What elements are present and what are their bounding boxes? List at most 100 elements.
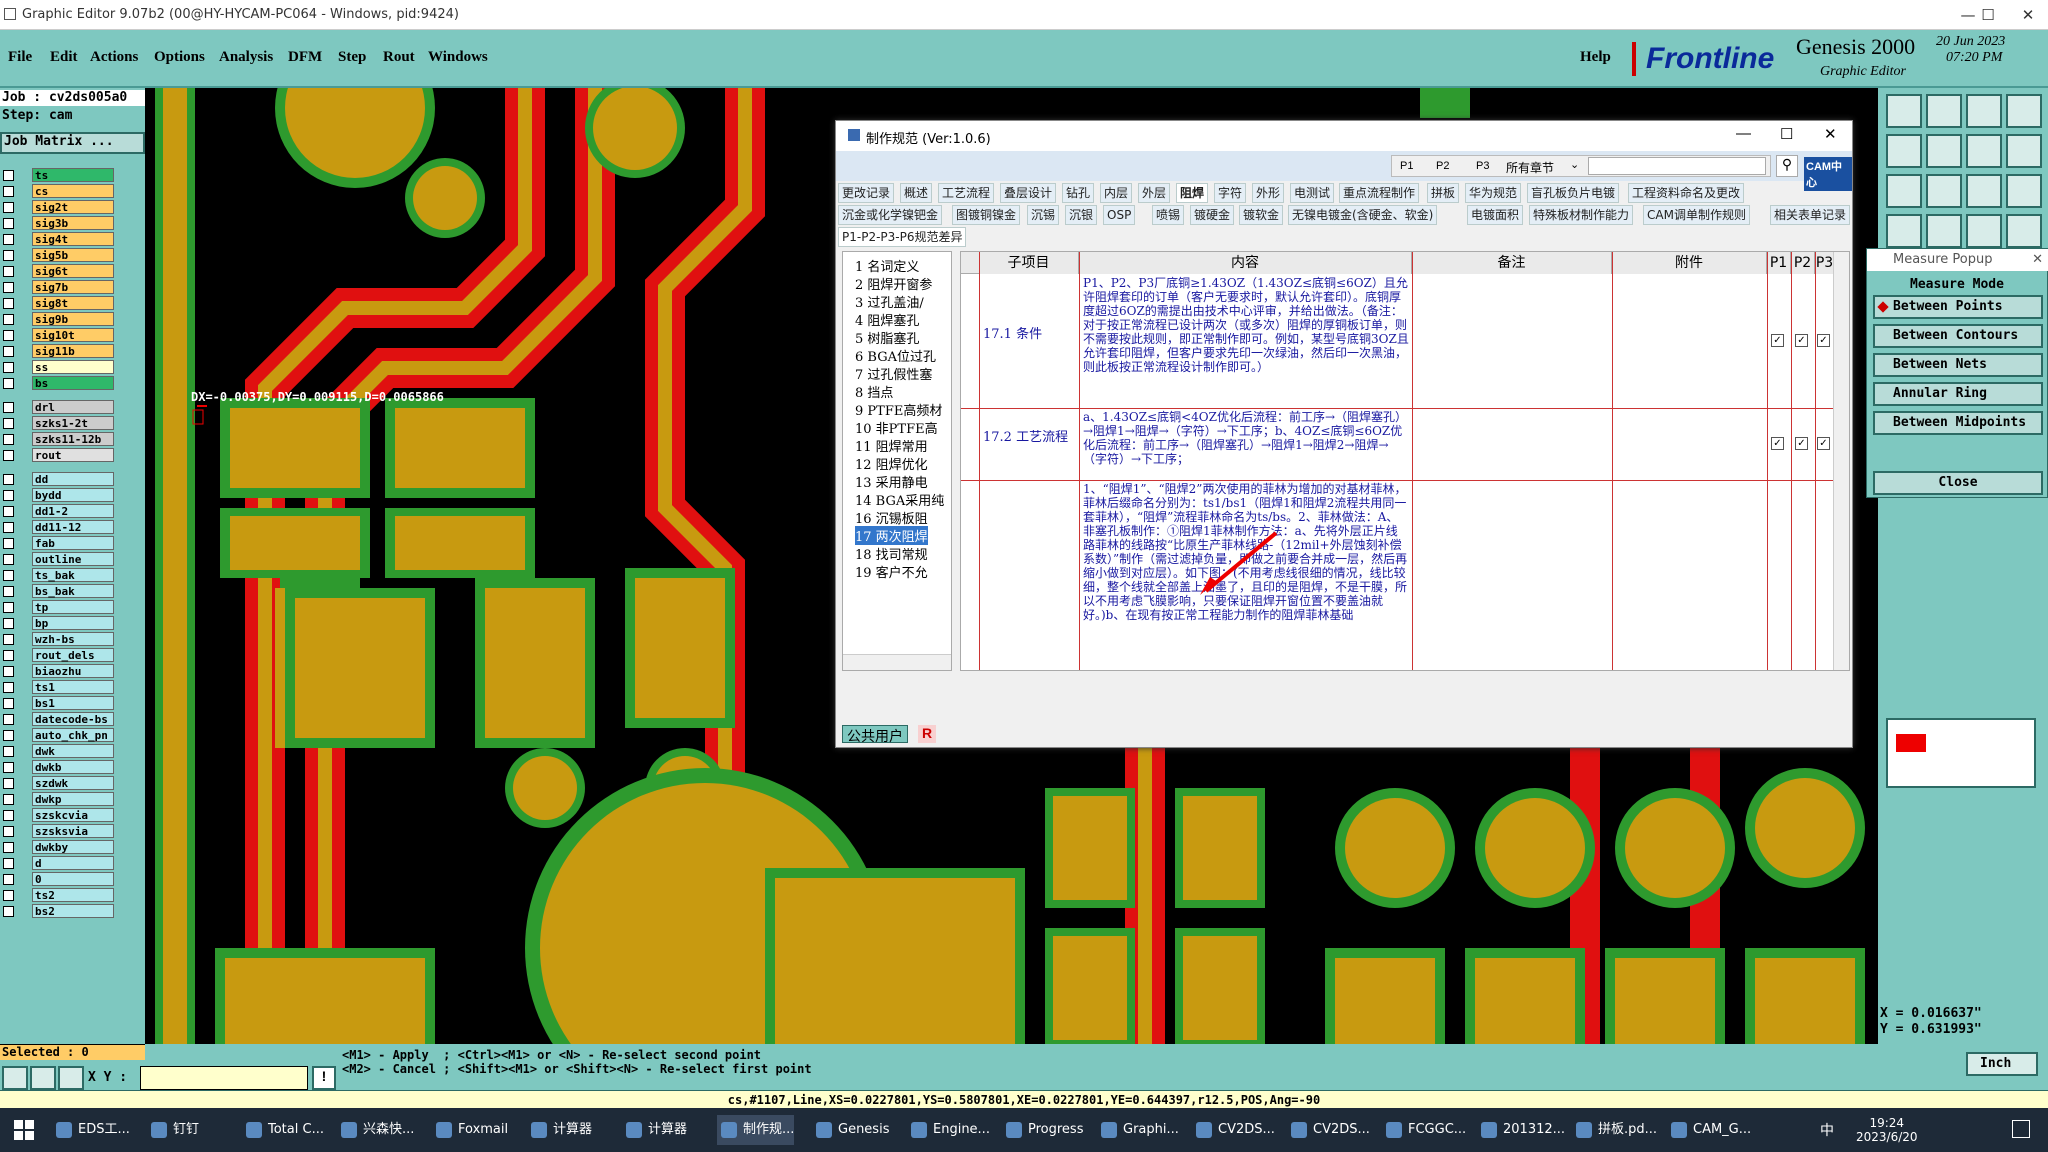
pan-center-icon[interactable] [1966, 134, 2002, 168]
p-checkbox[interactable]: ✓ [1817, 437, 1830, 450]
taskbar-item[interactable]: Total C... [242, 1115, 324, 1145]
layer-item[interactable]: bs_bak [32, 584, 114, 598]
layer-item[interactable]: dd [32, 472, 114, 486]
menu-step[interactable]: Step [338, 49, 366, 66]
layer-checkbox[interactable] [3, 450, 14, 461]
layer-item[interactable]: sig5b [32, 248, 114, 262]
tab-tabs1-6[interactable]: 外层 [1138, 183, 1171, 203]
tree-item[interactable]: 5 树脂塞孔 [855, 328, 919, 347]
measure-icon[interactable] [2006, 214, 2042, 248]
layer-checkbox[interactable] [3, 522, 14, 533]
layer-item[interactable]: dwkp [32, 792, 114, 806]
layer-checkbox[interactable] [3, 730, 14, 741]
p1-filter[interactable]: P1 [1400, 160, 1413, 172]
home-icon[interactable] [1966, 94, 2002, 128]
taskbar-item[interactable]: 拼板.pd... [1572, 1115, 1657, 1145]
layer-item[interactable]: bydd [32, 488, 114, 502]
layer-item[interactable]: bs1 [32, 696, 114, 710]
column-header[interactable]: 附件 [1612, 252, 1767, 274]
layer-checkbox[interactable] [3, 810, 14, 821]
layer-item[interactable]: sig10t [32, 328, 114, 342]
measure-close-button[interactable]: Close [1873, 471, 2043, 495]
taskbar-item[interactable]: Progress [1002, 1115, 1083, 1145]
layer-item[interactable]: dwkb [32, 760, 114, 774]
annular-ring-button[interactable]: Annular Ring [1873, 382, 2043, 406]
p-checkbox[interactable]: ✓ [1795, 437, 1808, 450]
taskbar-item[interactable]: FCGGC... [1382, 1115, 1466, 1145]
layer-checkbox[interactable] [3, 250, 14, 261]
dialog-minimize-button[interactable]: — [1736, 125, 1751, 142]
layer-checkbox[interactable] [3, 402, 14, 413]
tab-tabs1-2[interactable]: 工艺流程 [938, 183, 995, 203]
tree-horizontal-scrollbar[interactable] [843, 654, 951, 670]
layer-item[interactable]: outline [32, 552, 114, 566]
layer-item[interactable]: sig7b [32, 280, 114, 294]
layer-checkbox[interactable] [3, 650, 14, 661]
menu-edit[interactable]: Edit [50, 49, 78, 66]
dialog-maximize-button[interactable]: ☐ [1780, 125, 1793, 143]
route-icon[interactable] [2006, 134, 2042, 168]
menu-help[interactable]: Help [1580, 49, 1611, 66]
column-header[interactable]: P1 [1767, 252, 1791, 274]
tree-item[interactable]: 6 BGA位过孔 [855, 346, 936, 365]
layer-item[interactable]: sig11b [32, 344, 114, 358]
menu-windows[interactable]: Windows [428, 49, 488, 66]
tab-tabs2-11[interactable]: CAM调单制作规则 [1643, 205, 1750, 225]
layer-item[interactable]: ss [32, 360, 114, 374]
tab-tabs1-15[interactable]: 工程资料命名及更改 [1628, 183, 1745, 203]
between-nets-button[interactable]: Between Nets [1873, 353, 2043, 377]
column-header[interactable]: P2 [1791, 252, 1815, 274]
menu-file[interactable]: File [8, 49, 32, 66]
layer-item[interactable]: dd11-12 [32, 520, 114, 534]
layer-checkbox[interactable] [3, 418, 14, 429]
layer-item[interactable]: tp [32, 600, 114, 614]
tab-p-diff[interactable]: P1-P2-P3-P6规范差异 [838, 227, 967, 247]
search-input[interactable] [1588, 157, 1766, 175]
layer-checkbox[interactable] [3, 474, 14, 485]
layer-checkbox[interactable] [3, 618, 14, 629]
column-header[interactable]: P3 [1815, 252, 1835, 274]
zoom-home-icon[interactable] [1886, 94, 1922, 128]
layer-item[interactable]: bs2 [32, 904, 114, 918]
column-header[interactable]: 内容 [1079, 252, 1412, 274]
layer-item[interactable]: datecode-bs [32, 712, 114, 726]
tab-tabs2-0[interactable]: 沉金或化学镍钯金 [838, 205, 943, 225]
layer-checkbox[interactable] [3, 218, 14, 229]
tab-tabs2-3[interactable]: 沉银 [1065, 205, 1098, 225]
tree-item[interactable]: 18 找司常规 [855, 544, 928, 563]
tab-tabs2-12[interactable]: 相关表单记录 [1770, 205, 1851, 225]
p-checkbox[interactable]: ✓ [1795, 334, 1808, 347]
tab-tabs2-8[interactable]: 无镍电镀金(含硬金、软金) [1288, 205, 1438, 225]
tab-tabs2-10[interactable]: 特殊板材制作能力 [1529, 205, 1634, 225]
p2-filter[interactable]: P2 [1436, 160, 1449, 172]
layer-checkbox[interactable] [3, 170, 14, 181]
layer-checkbox[interactable] [3, 746, 14, 757]
layer-item[interactable]: rout [32, 448, 114, 462]
tree-item[interactable]: 9 PTFE高频材 [855, 400, 942, 419]
taskbar-item[interactable]: 兴森快... [337, 1115, 414, 1145]
tab-tabs1-12[interactable]: 拼板 [1427, 183, 1460, 203]
tab-tabs1-14[interactable]: 盲孔板负片电镀 [1527, 183, 1620, 203]
layer-item[interactable]: ts2 [32, 888, 114, 902]
layer-checkbox[interactable] [3, 602, 14, 613]
layer-item[interactable]: dd1-2 [32, 504, 114, 518]
layer-checkbox[interactable] [3, 330, 14, 341]
layer-checkbox[interactable] [3, 570, 14, 581]
scope-select[interactable]: 所有章节 [1506, 159, 1554, 176]
tab-tabs1-13[interactable]: 华为规范 [1465, 183, 1522, 203]
tab-tabs2-6[interactable]: 镀硬金 [1190, 205, 1235, 225]
tree-item[interactable]: 4 阻焊塞孔 [855, 310, 919, 329]
maximize-button[interactable]: ☐ [1968, 4, 2008, 26]
fit-icon[interactable] [1886, 174, 1922, 208]
tree-item[interactable]: 19 客户不允 [855, 562, 928, 581]
tab-tabs1-9[interactable]: 外形 [1252, 183, 1285, 203]
layer-checkbox[interactable] [3, 890, 14, 901]
layer-item[interactable]: ts1 [32, 680, 114, 694]
layer-item[interactable]: sig6t [32, 264, 114, 278]
tool-grid-icon[interactable] [58, 1066, 84, 1090]
layer-checkbox[interactable] [3, 634, 14, 645]
tree-item[interactable]: 10 非PTFE高 [855, 418, 938, 437]
layer-checkbox[interactable] [3, 554, 14, 565]
pan-right-icon[interactable] [1926, 134, 1962, 168]
tree-item[interactable]: 8 挡点 [855, 382, 893, 401]
